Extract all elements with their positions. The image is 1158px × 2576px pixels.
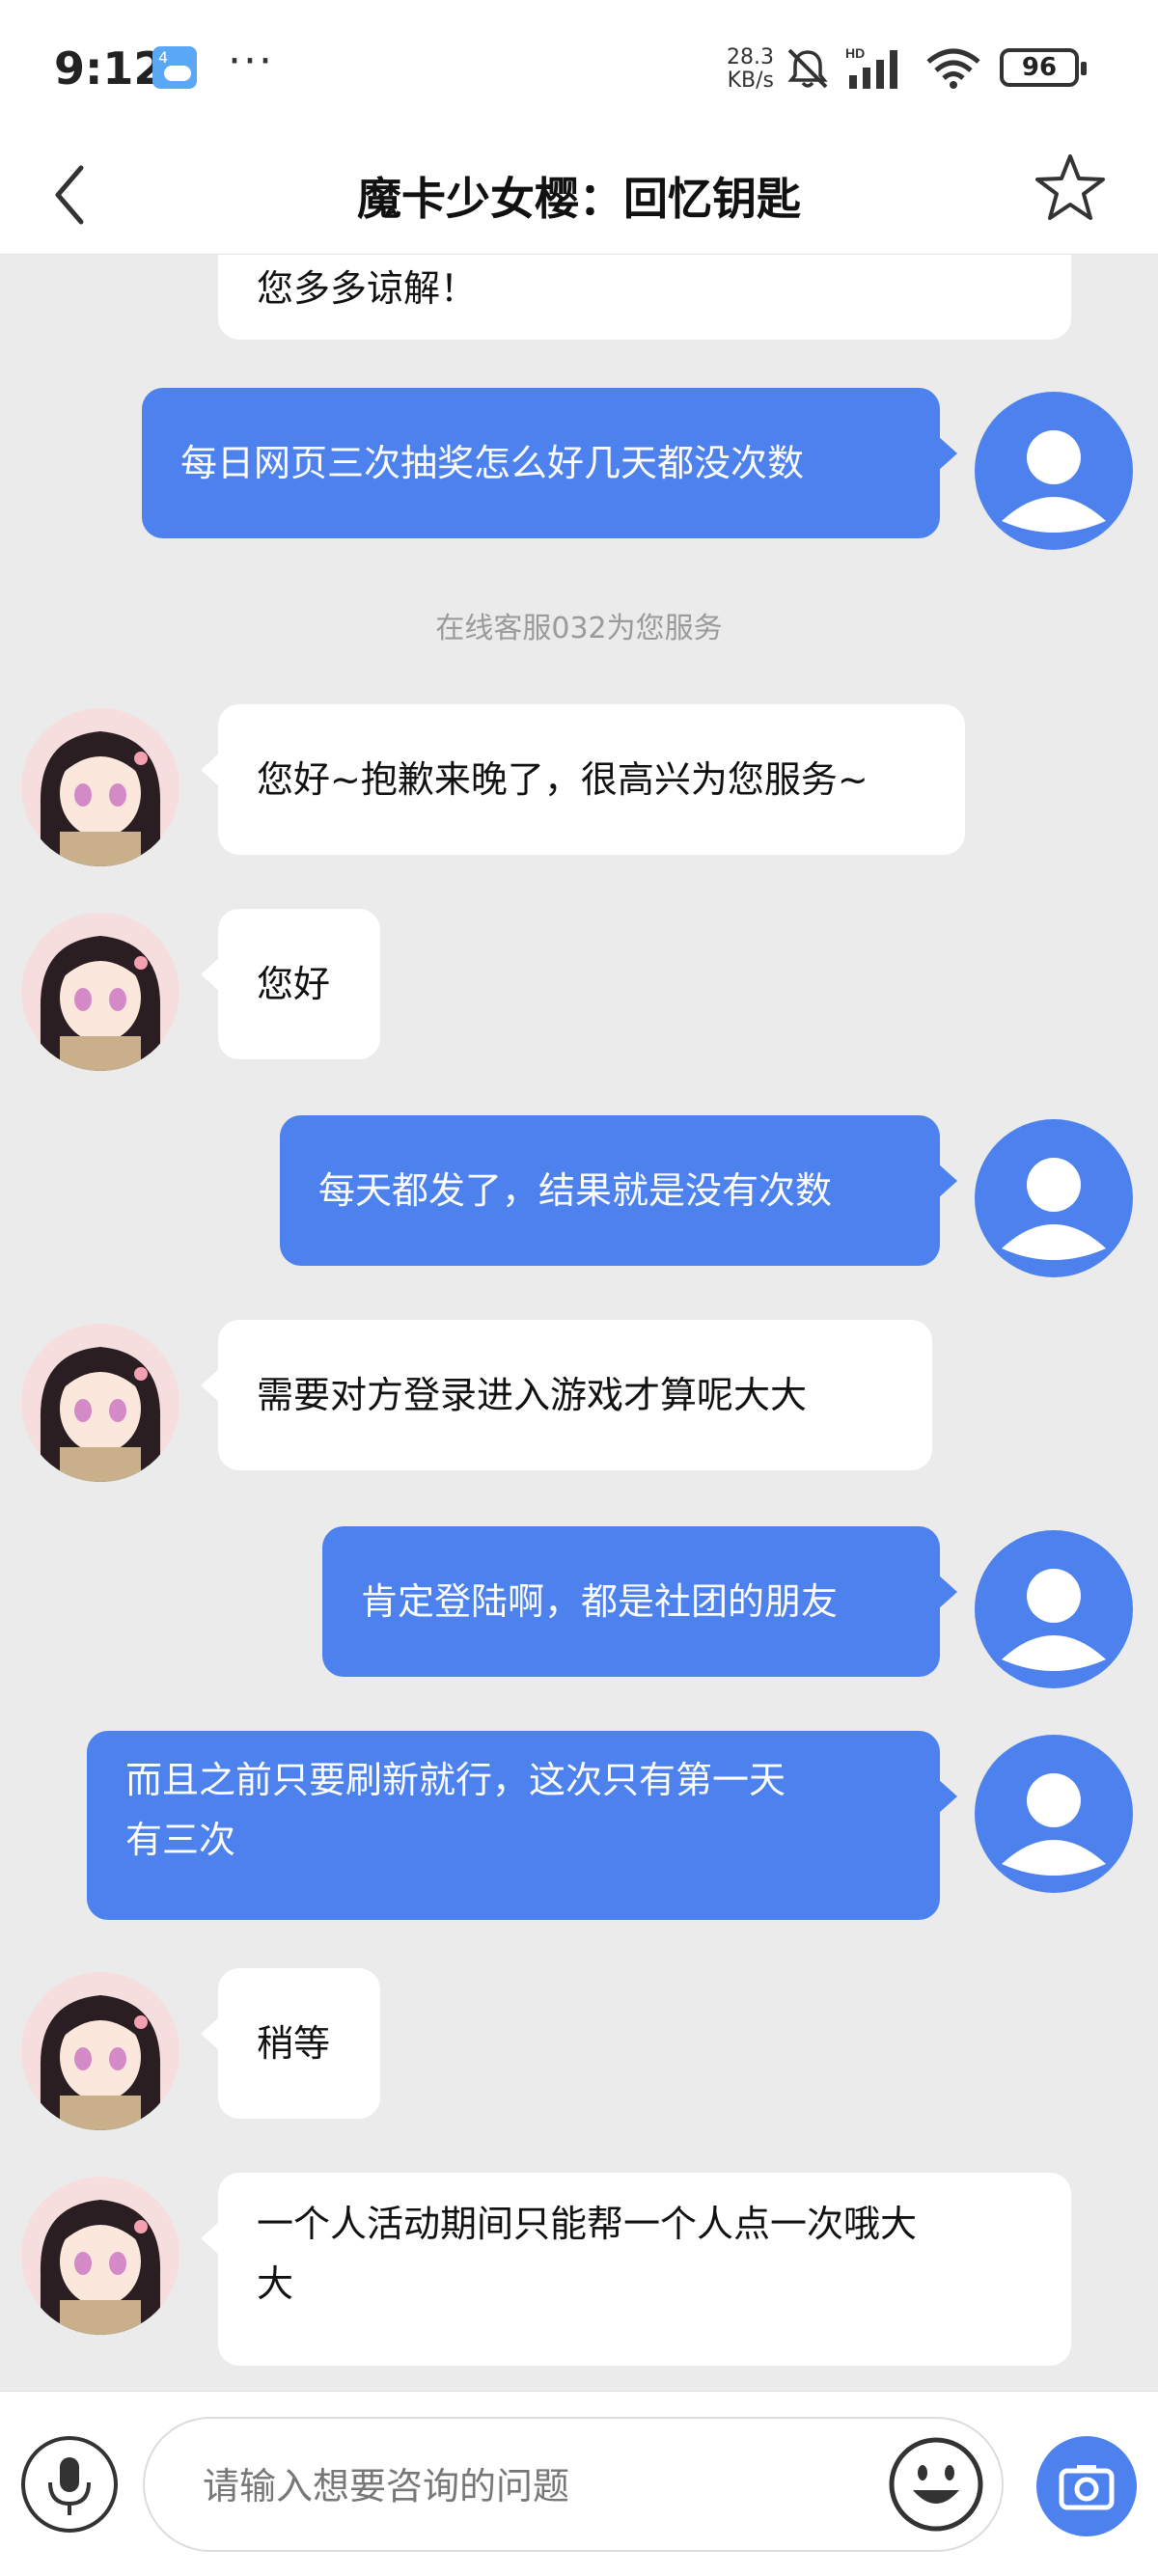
default-user-icon — [1002, 1569, 1106, 1671]
camera-button[interactable] — [1036, 2436, 1137, 2536]
page-title: 魔卡少女樱：回忆钥匙 — [357, 173, 801, 225]
agent-avatar[interactable] — [21, 1324, 179, 1482]
signal-hd-label: HD — [845, 45, 865, 61]
agent-avatar[interactable] — [21, 2177, 179, 2335]
message-text: 您好~抱歉来晚了，很高兴为您服务~ — [257, 758, 868, 801]
network-speed-unit: KB/s — [727, 69, 774, 93]
network-speed: 28.3 KB/s — [712, 46, 774, 93]
message-bubble-user: 而且之前只要刷新就行，这次只有第一天 有三次 — [87, 1731, 957, 1920]
agent-avatar[interactable] — [21, 708, 179, 866]
emoji-icon[interactable] — [888, 2436, 984, 2533]
message-text: 肯定登陆啊，都是社团的朋友 — [361, 1580, 839, 1623]
message-bubble-agent: 稍等 — [201, 1968, 380, 2119]
anime-girl-avatar-icon — [21, 1324, 179, 1482]
chat-header: 魔卡少女樱：回忆钥匙 — [0, 135, 1158, 255]
anime-girl-avatar-icon — [21, 2177, 179, 2335]
agent-avatar[interactable] — [21, 1972, 179, 2130]
message-bubble-user: 每日网页三次抽奖怎么好几天都没次数 — [142, 388, 957, 538]
microphone-icon — [48, 2457, 91, 2515]
message-bubble-agent: 您多多谅解！ — [218, 255, 1071, 340]
wifi-icon — [926, 48, 980, 89]
message-text: 每日网页三次抽奖怎么好几天都没次数 — [180, 442, 805, 484]
voice-input-button[interactable] — [21, 2436, 118, 2533]
weather-badge: 4 — [158, 48, 169, 67]
message-text: 每天都发了，结果就是没有次数 — [318, 1169, 833, 1212]
message-field-wrapper — [143, 2417, 1004, 2552]
message-bubble-user: 肯定登陆啊，都是社团的朋友 — [322, 1526, 957, 1677]
message-text-line: 大 — [257, 2262, 294, 2305]
message-text: 稍等 — [257, 2022, 331, 2065]
weather-icon: 4 — [152, 46, 197, 89]
system-message: 在线客服032为您服务 — [435, 612, 723, 645]
signal-icon: HD — [845, 45, 897, 89]
user-avatar[interactable] — [975, 1119, 1133, 1277]
bell-muted-icon — [787, 48, 828, 89]
message-text: 您好 — [257, 963, 331, 1005]
agent-avatar[interactable] — [21, 913, 179, 1071]
default-user-icon — [1002, 430, 1106, 533]
user-avatar[interactable] — [975, 1735, 1133, 1893]
battery-indicator: 96 — [1000, 48, 1087, 87]
anime-girl-avatar-icon — [21, 708, 179, 866]
anime-girl-avatar-icon — [21, 1972, 179, 2130]
camera-icon — [1059, 2465, 1115, 2510]
message-text-line: 一个人活动期间只能帮一个人点一次哦大 — [257, 2203, 918, 2245]
anime-girl-avatar-icon — [21, 913, 179, 1071]
message-text: 需要对方登录进入游戏才算呢大大 — [257, 1374, 808, 1416]
message-bubble-agent: 您好~抱歉来晚了，很高兴为您服务~ — [201, 704, 965, 855]
default-user-icon — [1002, 1158, 1106, 1260]
message-input[interactable] — [203, 2457, 820, 2515]
message-text-line: 有三次 — [125, 1819, 236, 1861]
message-bubble-agent: 一个人活动期间只能帮一个人点一次哦大 大 — [201, 2173, 1071, 2366]
status-bar: 9:12 4 ··· 28.3 KB/s HD 96 — [0, 0, 1158, 135]
message-text-line: 而且之前只要刷新就行，这次只有第一天 — [125, 1759, 786, 1801]
default-user-icon — [1002, 1773, 1106, 1876]
chat-message-list[interactable]: 您多多谅解！ 每日网页三次抽奖怎么好几天都没次数 在线客服032为您服务 您好~… — [0, 255, 1158, 2391]
message-bubble-user: 每天都发了，结果就是没有次数 — [280, 1115, 957, 1266]
status-time: 9:12 — [54, 42, 165, 95]
more-notifications-icon: ··· — [228, 37, 274, 86]
network-speed-value: 28.3 — [727, 45, 774, 69]
message-text: 您多多谅解！ — [257, 267, 478, 310]
user-avatar[interactable] — [975, 1530, 1133, 1688]
user-avatar[interactable] — [975, 392, 1133, 550]
star-icon[interactable] — [1031, 149, 1110, 228]
message-bubble-agent: 您好 — [201, 909, 380, 1059]
message-bubble-agent: 需要对方登录进入游戏才算呢大大 — [201, 1320, 932, 1470]
message-input-bar — [0, 2391, 1158, 2576]
